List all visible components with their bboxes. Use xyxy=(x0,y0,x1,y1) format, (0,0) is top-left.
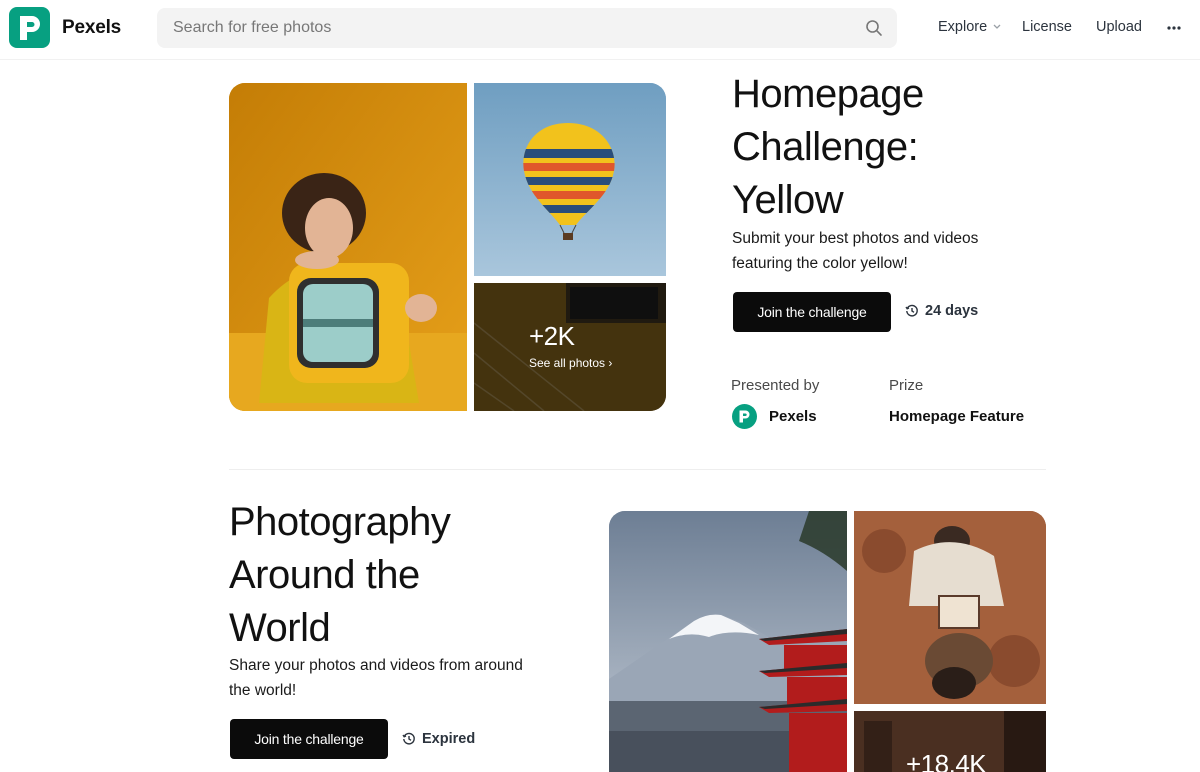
pexels-logo-icon[interactable] xyxy=(9,7,50,48)
see-all-photos-link[interactable]: See all photos › xyxy=(529,356,612,370)
portrait-with-tv-image xyxy=(229,83,467,411)
description-line: Share your photos and videos from around xyxy=(229,657,523,674)
top-navbar: Pexels Explore License Upload xyxy=(0,0,1200,60)
brand-name[interactable]: Pexels xyxy=(62,17,121,39)
status-text: Expired xyxy=(422,731,476,747)
history-clock-icon xyxy=(402,732,415,745)
section-divider xyxy=(229,469,1046,470)
presenter-name[interactable]: Pexels xyxy=(769,408,817,425)
description-line: featuring the color yellow! xyxy=(732,255,908,272)
prize-value: Homepage Feature xyxy=(889,408,1025,425)
description-line: Submit your best photos and videos xyxy=(732,230,979,247)
photo-count: +2K xyxy=(529,321,575,351)
challenge-title: Homepage Challenge: Yellow xyxy=(732,68,924,227)
search-icon[interactable] xyxy=(865,19,883,37)
title-line: Photography xyxy=(229,500,451,544)
chevron-down-icon[interactable] xyxy=(992,23,1002,31)
title-line: Yellow xyxy=(732,178,844,222)
hot-air-balloon-image xyxy=(474,83,666,276)
pexels-logo-glyph xyxy=(19,15,40,40)
title-line: Around the xyxy=(229,553,420,597)
history-clock-icon xyxy=(905,304,918,317)
prize-label: Prize xyxy=(889,377,924,394)
challenge-cover-photo[interactable] xyxy=(609,511,847,772)
see-all-photos-tile[interactable]: +18.4K xyxy=(854,711,1046,772)
mount-fuji-pagoda-image xyxy=(609,511,847,772)
pexels-logo-icon xyxy=(739,410,750,423)
nav-explore[interactable]: Explore xyxy=(938,19,987,35)
title-line: Challenge: xyxy=(732,125,919,169)
see-all-photos-tile[interactable]: +2K See all photos › xyxy=(474,283,666,411)
nav-upload[interactable]: Upload xyxy=(1096,19,1142,35)
search-input[interactable] xyxy=(157,8,847,48)
challenge-cover-photo[interactable] xyxy=(229,83,467,411)
photo-count: +18.4K xyxy=(906,749,987,772)
status-text: 24 days xyxy=(925,303,979,319)
title-line: Homepage xyxy=(732,72,924,116)
join-challenge-button[interactable]: Join the challenge xyxy=(230,719,388,759)
search-bar xyxy=(157,8,897,48)
title-line: World xyxy=(229,606,331,650)
time-remaining: 24 days xyxy=(905,303,978,319)
challenge-status: Expired xyxy=(402,731,475,747)
challenge-photo-artisans[interactable] xyxy=(854,511,1046,704)
presented-by-label: Presented by xyxy=(731,377,820,394)
challenge-title: Photography Around the World xyxy=(229,496,451,655)
more-icon[interactable] xyxy=(1166,25,1182,31)
description-line: the world! xyxy=(229,682,297,699)
overhead-people-image xyxy=(854,511,1046,704)
join-challenge-button[interactable]: Join the challenge xyxy=(733,292,891,332)
nav-license[interactable]: License xyxy=(1022,19,1072,35)
challenge-description: Submit your best photos and videos featu… xyxy=(732,226,978,276)
challenge-description: Share your photos and videos from around… xyxy=(229,653,523,703)
challenge-photo-balloon[interactable] xyxy=(474,83,666,276)
presenter-avatar[interactable] xyxy=(732,404,757,429)
